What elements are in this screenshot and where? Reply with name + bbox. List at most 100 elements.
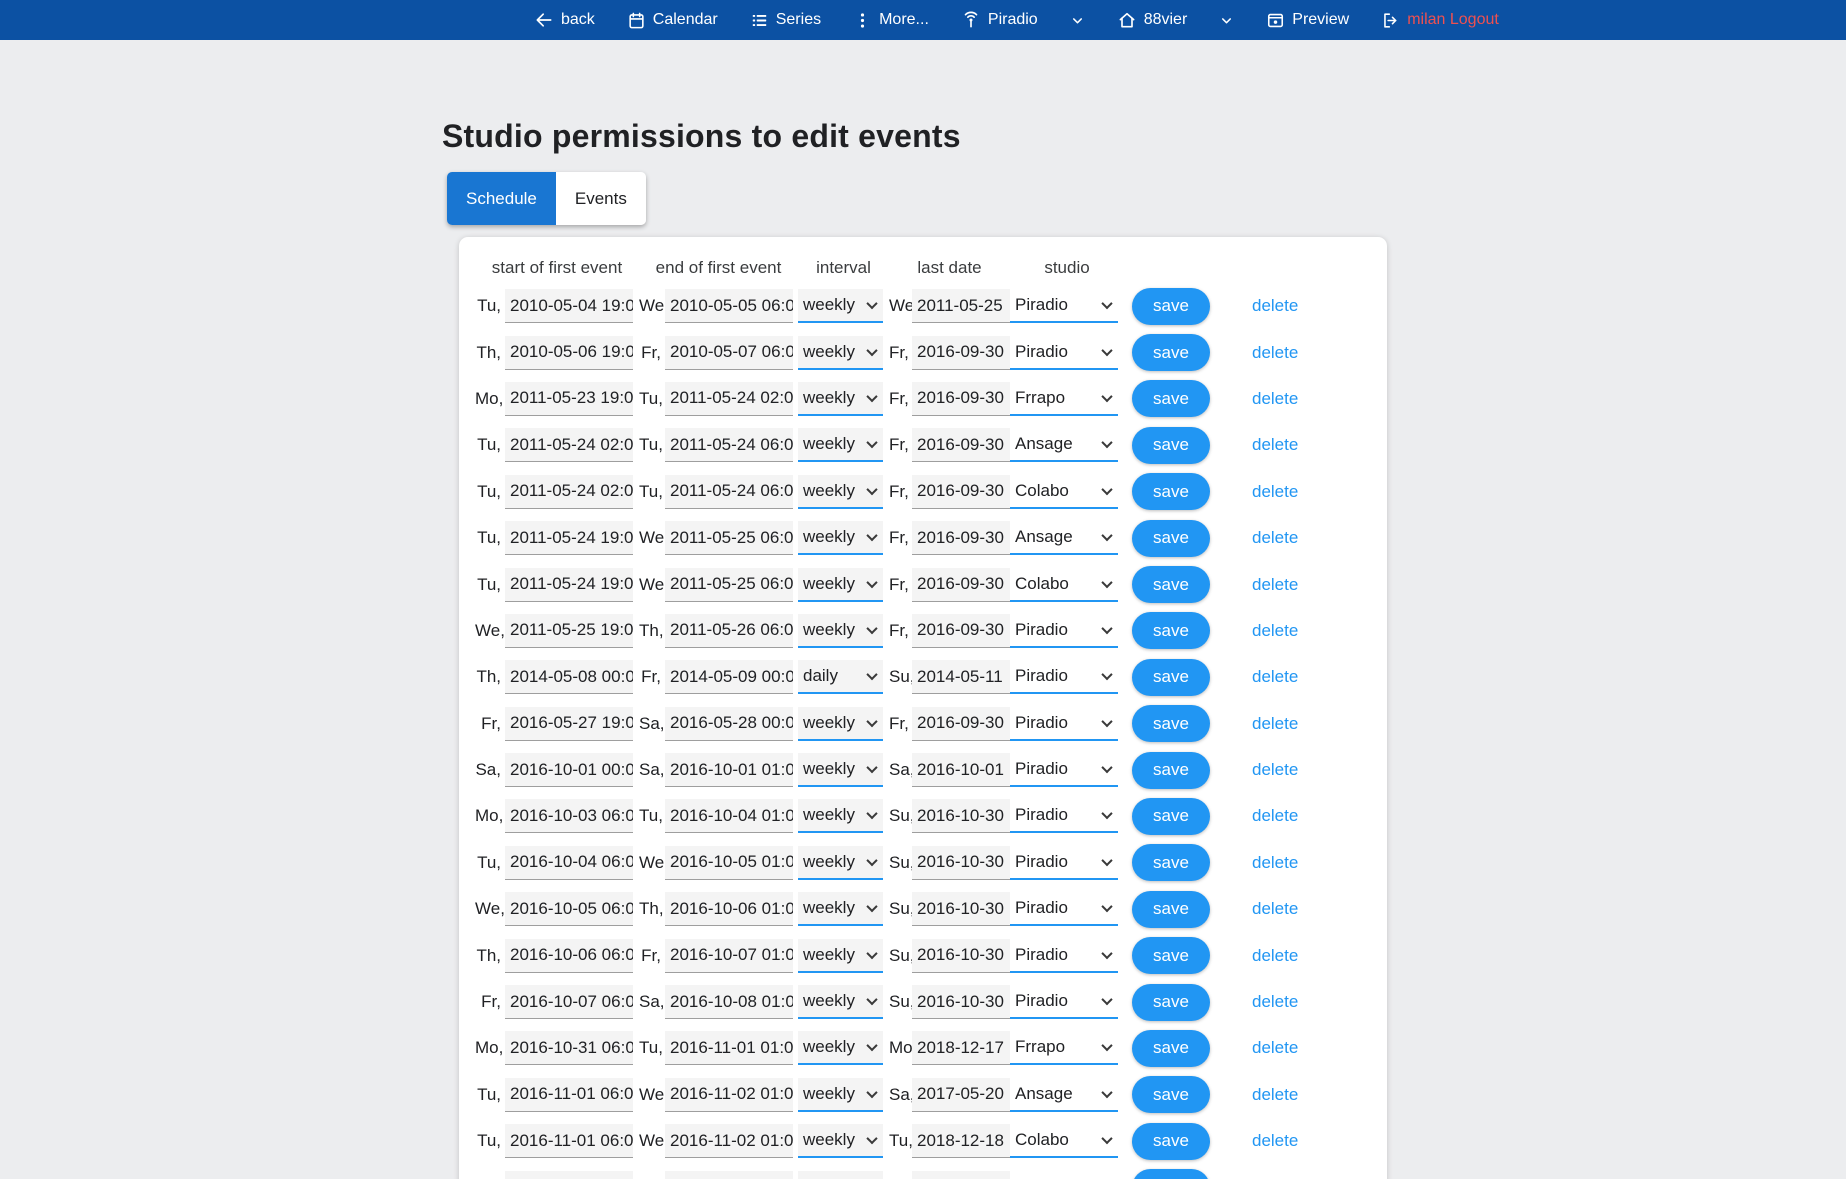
end-datetime-input[interactable] — [665, 707, 793, 741]
start-datetime-input[interactable] — [505, 428, 633, 462]
studio-select[interactable]: Colabo — [1010, 1171, 1118, 1179]
save-button[interactable]: save — [1132, 1169, 1210, 1179]
save-button[interactable]: save — [1132, 1123, 1210, 1160]
last-date-input[interactable] — [912, 846, 1010, 880]
save-button[interactable]: save — [1132, 427, 1210, 464]
start-datetime-input[interactable] — [505, 660, 633, 694]
delete-link[interactable]: delete — [1238, 389, 1298, 409]
start-datetime-input[interactable] — [505, 939, 633, 973]
nav-back[interactable]: back — [534, 10, 595, 30]
start-datetime-input[interactable] — [505, 1078, 633, 1112]
interval-select[interactable]: weekly — [798, 846, 883, 880]
studio-select[interactable]: Colabo — [1010, 568, 1118, 602]
studio-select[interactable]: Piradio — [1010, 985, 1118, 1019]
delete-link[interactable]: delete — [1238, 899, 1298, 919]
interval-select[interactable]: weekly — [798, 939, 883, 973]
studio-select[interactable]: Piradio — [1010, 753, 1118, 787]
end-datetime-input[interactable] — [665, 846, 793, 880]
interval-select[interactable]: weekly — [798, 892, 883, 926]
studio-select[interactable]: Colabo — [1010, 1124, 1118, 1158]
nav-more[interactable]: More... — [853, 11, 929, 30]
interval-select[interactable]: weekly — [798, 985, 883, 1019]
interval-select[interactable]: weekly — [798, 336, 883, 370]
save-button[interactable]: save — [1132, 334, 1210, 371]
end-datetime-input[interactable] — [665, 1078, 793, 1112]
last-date-input[interactable] — [912, 1124, 1010, 1158]
tab-schedule[interactable]: Schedule — [447, 172, 556, 225]
save-button[interactable]: save — [1132, 984, 1210, 1021]
interval-select[interactable]: weekly — [798, 475, 883, 509]
delete-link[interactable]: delete — [1238, 575, 1298, 595]
delete-link[interactable]: delete — [1238, 992, 1298, 1012]
88vier-dropdown-toggle[interactable] — [1219, 13, 1234, 28]
interval-select[interactable]: weekly — [798, 1031, 883, 1065]
last-date-input[interactable] — [912, 660, 1010, 694]
end-datetime-input[interactable] — [665, 289, 793, 323]
last-date-input[interactable] — [912, 614, 1010, 648]
end-datetime-input[interactable] — [665, 521, 793, 555]
interval-select[interactable]: weekly — [798, 428, 883, 462]
start-datetime-input[interactable] — [505, 753, 633, 787]
last-date-input[interactable] — [912, 428, 1010, 462]
save-button[interactable]: save — [1132, 891, 1210, 928]
save-button[interactable]: save — [1132, 380, 1210, 417]
delete-link[interactable]: delete — [1238, 343, 1298, 363]
interval-select[interactable]: weekly — [798, 568, 883, 602]
delete-link[interactable]: delete — [1238, 760, 1298, 780]
delete-link[interactable]: delete — [1238, 714, 1298, 734]
nav-piradio[interactable]: Piradio — [961, 10, 1038, 30]
studio-select[interactable]: Piradio — [1010, 289, 1118, 323]
studio-select[interactable]: Piradio — [1010, 939, 1118, 973]
save-button[interactable]: save — [1132, 288, 1210, 325]
delete-link[interactable]: delete — [1238, 621, 1298, 641]
studio-select[interactable]: Piradio — [1010, 336, 1118, 370]
start-datetime-input[interactable] — [505, 707, 633, 741]
last-date-input[interactable] — [912, 985, 1010, 1019]
end-datetime-input[interactable] — [665, 336, 793, 370]
start-datetime-input[interactable] — [505, 614, 633, 648]
delete-link[interactable]: delete — [1238, 528, 1298, 548]
end-datetime-input[interactable] — [665, 892, 793, 926]
end-datetime-input[interactable] — [665, 382, 793, 416]
start-datetime-input[interactable] — [505, 892, 633, 926]
start-datetime-input[interactable] — [505, 568, 633, 602]
save-button[interactable]: save — [1132, 659, 1210, 696]
end-datetime-input[interactable] — [665, 799, 793, 833]
nav-88vier[interactable]: 88vier — [1117, 10, 1188, 30]
interval-select[interactable]: weekly — [798, 799, 883, 833]
delete-link[interactable]: delete — [1238, 296, 1298, 316]
save-button[interactable]: save — [1132, 752, 1210, 789]
nav-series[interactable]: Series — [750, 11, 821, 30]
last-date-input[interactable] — [912, 753, 1010, 787]
studio-select[interactable]: Piradio — [1010, 799, 1118, 833]
save-button[interactable]: save — [1132, 566, 1210, 603]
save-button[interactable]: save — [1132, 612, 1210, 649]
last-date-input[interactable] — [912, 939, 1010, 973]
save-button[interactable]: save — [1132, 473, 1210, 510]
studio-select[interactable]: Piradio — [1010, 707, 1118, 741]
start-datetime-input[interactable] — [505, 799, 633, 833]
start-datetime-input[interactable] — [505, 846, 633, 880]
save-button[interactable]: save — [1132, 844, 1210, 881]
end-datetime-input[interactable] — [665, 753, 793, 787]
end-datetime-input[interactable] — [665, 1124, 793, 1158]
studio-select[interactable]: Piradio — [1010, 846, 1118, 880]
delete-link[interactable]: delete — [1238, 1085, 1298, 1105]
delete-link[interactable]: delete — [1238, 667, 1298, 687]
nav-preview[interactable]: Preview — [1266, 11, 1349, 30]
last-date-input[interactable] — [912, 1031, 1010, 1065]
interval-select[interactable]: weekly — [798, 1171, 883, 1179]
save-button[interactable]: save — [1132, 1030, 1210, 1067]
last-date-input[interactable] — [912, 707, 1010, 741]
delete-link[interactable]: delete — [1238, 853, 1298, 873]
save-button[interactable]: save — [1132, 520, 1210, 557]
save-button[interactable]: save — [1132, 1076, 1210, 1113]
save-button[interactable]: save — [1132, 937, 1210, 974]
interval-select[interactable]: weekly — [798, 1078, 883, 1112]
last-date-input[interactable] — [912, 892, 1010, 926]
studio-select[interactable]: Ansage — [1010, 521, 1118, 555]
interval-select[interactable]: weekly — [798, 521, 883, 555]
nav-logout[interactable]: milan Logout — [1381, 11, 1499, 30]
last-date-input[interactable] — [912, 799, 1010, 833]
last-date-input[interactable] — [912, 289, 1010, 323]
